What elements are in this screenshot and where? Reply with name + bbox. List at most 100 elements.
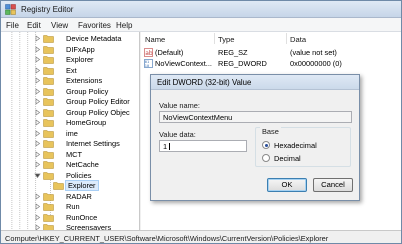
- folder-icon: [43, 203, 54, 211]
- hexadecimal-radio-button[interactable]: [262, 141, 270, 149]
- folder-icon: [43, 150, 54, 159]
- folder-icon: [43, 213, 54, 222]
- expand-arrow-icon[interactable]: [34, 129, 41, 137]
- expand-arrow-icon[interactable]: [34, 77, 41, 84]
- key-tree[interactable]: Device Metadata DIFxApp Explorer Ext Extensi…: [1, 32, 140, 230]
- tree-item[interactable]: Group Policy: [29, 86, 139, 97]
- expand-arrow-icon[interactable]: [34, 108, 41, 116]
- menu-view[interactable]: View: [51, 21, 68, 30]
- cancel-button[interactable]: Cancel: [313, 178, 353, 192]
- key-path: Computer\HKEY_CURRENT_USER\Software\Micr…: [5, 234, 329, 243]
- folder-icon: [43, 108, 54, 117]
- base-label: Base: [260, 127, 281, 136]
- tree-item[interactable]: HomeGroup: [29, 117, 139, 128]
- tree-item-label: Internet Settings: [66, 139, 120, 148]
- tree-item-label: MCT: [66, 149, 83, 159]
- value-data: 0x00000000 (0): [290, 59, 342, 68]
- folder-icon: [43, 66, 54, 75]
- tree-item-label: Run: [66, 202, 80, 211]
- tree-item-label: Group Policy Objec: [66, 107, 130, 117]
- folder-icon: [43, 119, 54, 127]
- expand-arrow-icon[interactable]: [34, 119, 41, 126]
- menu-edit[interactable]: Edit: [27, 21, 41, 30]
- folder-icon: [43, 224, 54, 230]
- tree-item[interactable]: Screensavers: [29, 222, 139, 230]
- tree-item-label: Explorer: [66, 55, 94, 64]
- tree-item[interactable]: Device Metadata: [29, 33, 139, 44]
- expand-arrow-icon[interactable]: [34, 161, 41, 168]
- value-name: NoViewContext...: [155, 59, 212, 68]
- tree-item[interactable]: DIFxApp: [29, 44, 139, 55]
- expand-arrow-icon[interactable]: [34, 213, 41, 221]
- tree-item-label: HomeGroup: [66, 118, 107, 127]
- tree-item[interactable]: RADAR: [29, 191, 139, 202]
- decimal-radio-button[interactable]: [262, 154, 270, 162]
- tree-item[interactable]: Explorer: [45, 180, 139, 191]
- tree-item[interactable]: Internet Settings: [29, 138, 139, 149]
- hexadecimal-label: Hexadecimal: [274, 141, 317, 150]
- tree-item-label: Extensions: [66, 76, 103, 85]
- folder-icon: [43, 192, 54, 201]
- tree-item-label: DIFxApp: [66, 44, 95, 54]
- tree-item[interactable]: Extensions: [29, 75, 139, 86]
- tree-item-label: RunOnce: [66, 212, 98, 222]
- menu-file[interactable]: File: [6, 21, 19, 30]
- svg-text:ab: ab: [145, 50, 153, 57]
- expand-arrow-icon[interactable]: [34, 203, 41, 210]
- expand-arrow-icon[interactable]: [34, 140, 41, 147]
- tree-item[interactable]: MCT: [29, 149, 139, 160]
- value-name-field[interactable]: NoViewContextMenu: [159, 111, 352, 123]
- expand-arrow-icon[interactable]: [34, 98, 41, 105]
- tree-item-label: Group Policy: [66, 86, 109, 96]
- ok-button[interactable]: OK: [267, 178, 307, 192]
- value-data-label: Value data:: [159, 130, 196, 139]
- string-value-icon: ab: [144, 48, 153, 57]
- expand-arrow-icon[interactable]: [34, 56, 41, 63]
- tree-item-label: Ext: [66, 65, 77, 75]
- column-divider[interactable]: [286, 33, 287, 44]
- title-bar[interactable]: Registry Editor: [1, 1, 401, 18]
- expand-arrow-icon[interactable]: [34, 87, 41, 95]
- decimal-radio[interactable]: Decimal: [262, 153, 346, 163]
- folder-icon: [43, 56, 54, 64]
- value-row[interactable]: 01 10 NoViewContext... REG_DWORD 0x00000…: [141, 58, 401, 69]
- value-data-input[interactable]: 1: [159, 140, 247, 152]
- column-name-header[interactable]: Name: [145, 35, 165, 44]
- tree-item-label: NetCache: [66, 160, 99, 169]
- tree-item[interactable]: Run: [29, 201, 139, 212]
- tree-item[interactable]: Group Policy Editor: [29, 96, 139, 107]
- text-caret: [169, 143, 170, 150]
- menu-bar: File Edit View Favorites Help: [1, 18, 401, 32]
- binary-value-icon: 01 10: [144, 59, 153, 68]
- expand-arrow-icon[interactable]: [34, 45, 41, 53]
- edit-dword-dialog: Edit DWORD (32-bit) Value Value name: No…: [150, 74, 360, 201]
- tree-item-label: RADAR: [66, 191, 92, 201]
- tree-item[interactable]: Ext: [29, 65, 139, 76]
- expand-arrow-icon[interactable]: [34, 35, 41, 42]
- tree-item[interactable]: Group Policy Objec: [29, 107, 139, 118]
- dialog-title-bar[interactable]: Edit DWORD (32-bit) Value: [151, 75, 359, 90]
- column-data-header[interactable]: Data: [290, 35, 306, 44]
- tree-item-label: Policies: [66, 170, 92, 180]
- column-type-header[interactable]: Type: [218, 35, 234, 44]
- tree-item[interactable]: RunOnce: [29, 212, 139, 223]
- menu-help[interactable]: Help: [116, 21, 132, 30]
- value-type: REG_SZ: [218, 48, 248, 57]
- tree-item[interactable]: Explorer: [29, 54, 139, 65]
- tree-item-label: Device Metadata: [66, 34, 122, 43]
- expand-arrow-icon[interactable]: [34, 192, 41, 200]
- menu-favorites[interactable]: Favorites: [78, 21, 111, 30]
- column-divider[interactable]: [214, 33, 215, 44]
- tree-item[interactable]: ime: [29, 128, 139, 139]
- decimal-label: Decimal: [274, 154, 301, 163]
- expand-arrow-icon[interactable]: [34, 150, 41, 158]
- collapse-arrow-icon[interactable]: [34, 172, 41, 179]
- tree-item[interactable]: NetCache: [29, 159, 139, 170]
- hexadecimal-radio[interactable]: Hexadecimal: [262, 140, 346, 150]
- expand-arrow-icon[interactable]: [34, 66, 41, 74]
- tree-item[interactable]: Policies: [29, 170, 139, 181]
- registry-editor-icon: [5, 4, 16, 15]
- value-row[interactable]: ab (Default) REG_SZ (value not set): [141, 47, 401, 58]
- folder-icon: [43, 161, 54, 169]
- tree-item-label: Explorer: [65, 180, 99, 191]
